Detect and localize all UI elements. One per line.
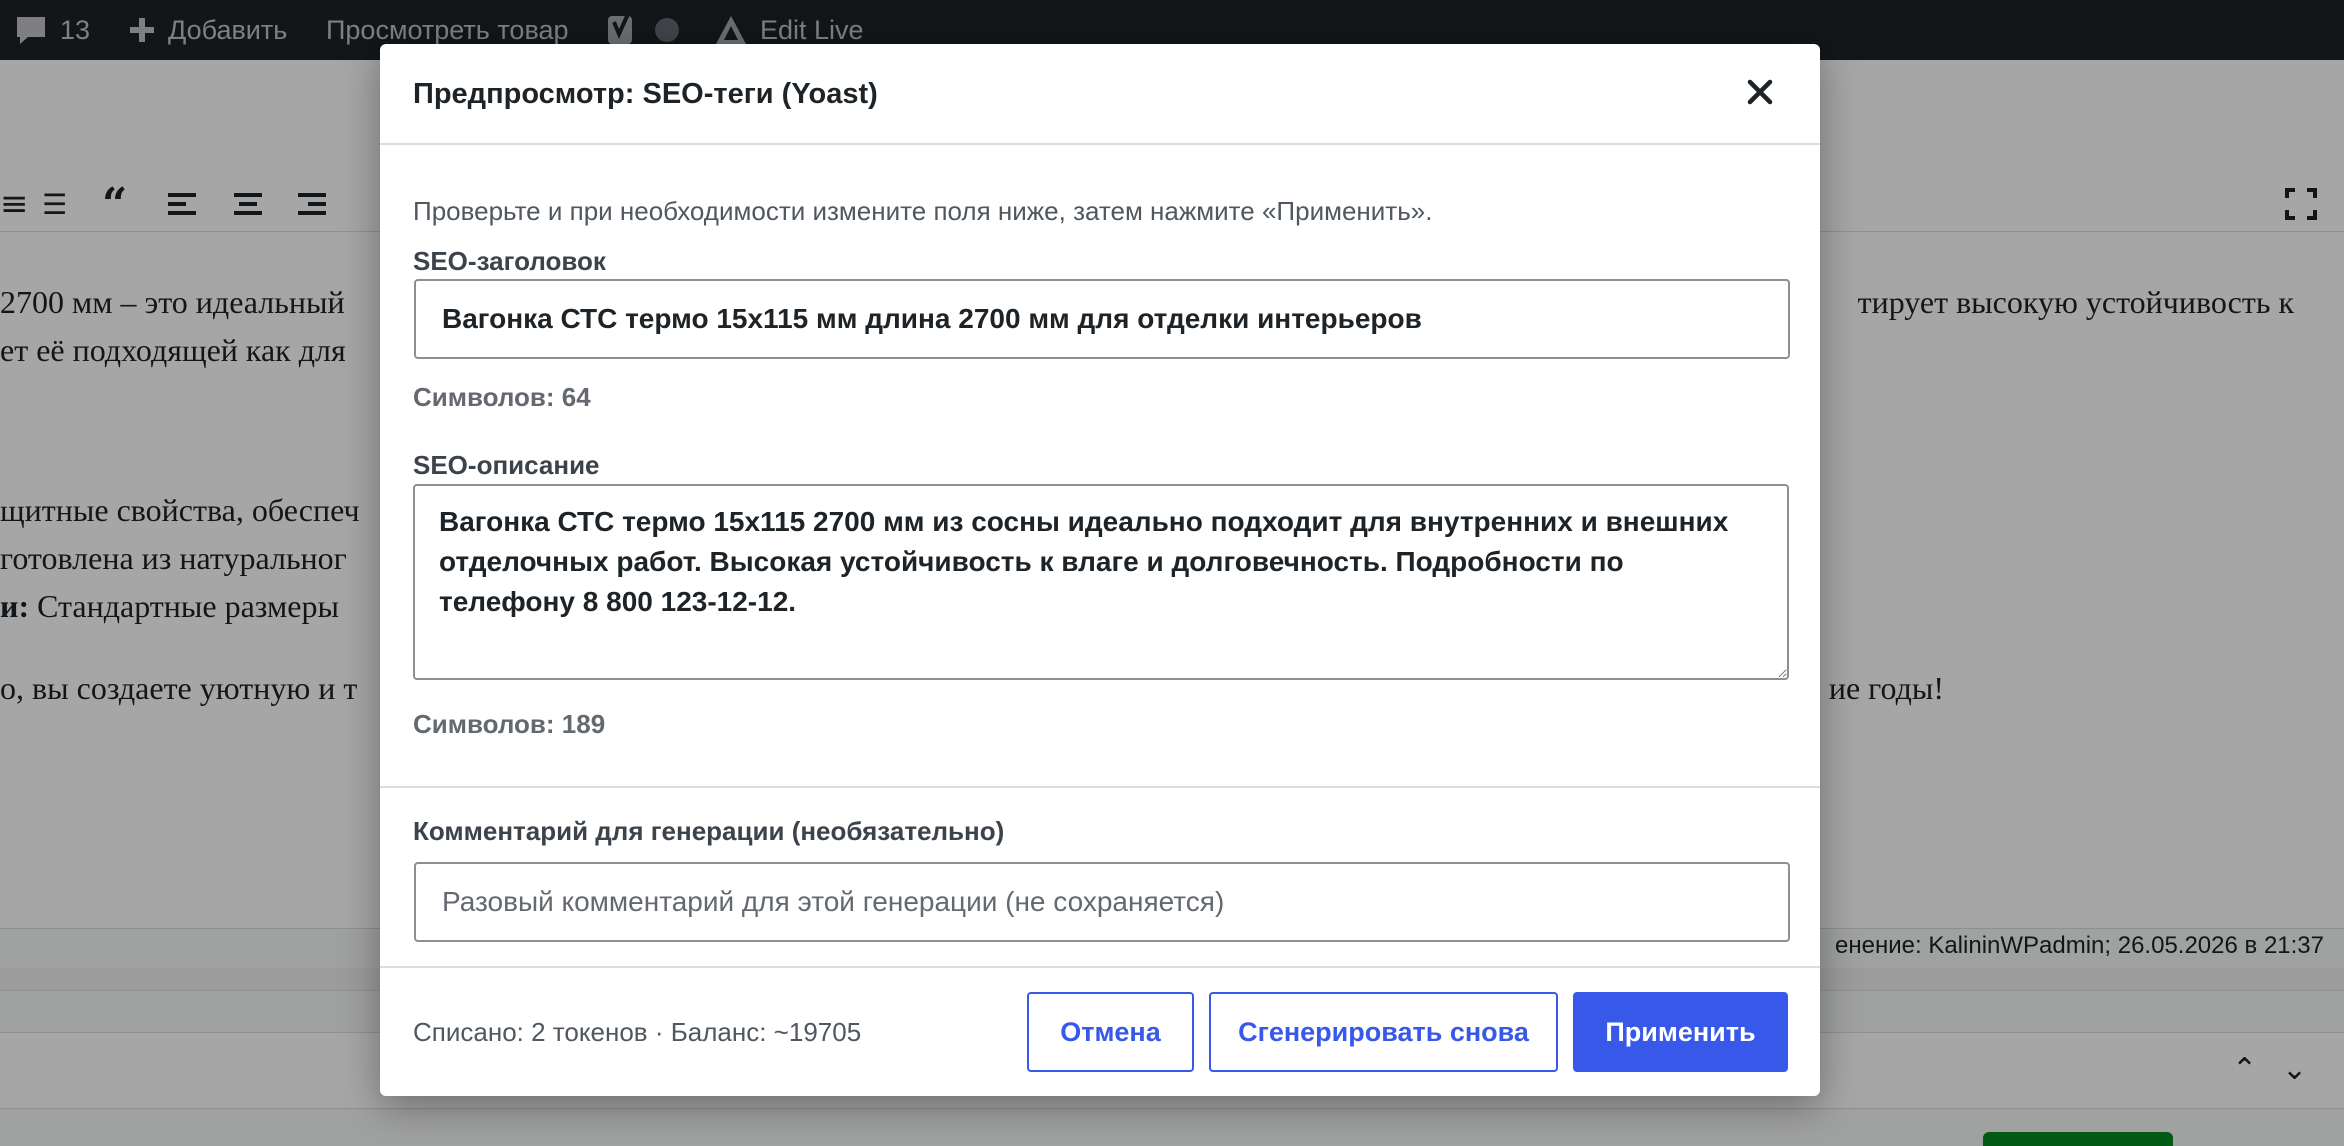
modal-header: Предпросмотр: SEO-теги (Yoast) [380,44,1820,145]
close-icon [1746,78,1774,111]
modal-title: Предпросмотр: SEO-теги (Yoast) [413,78,878,110]
seo-description-textarea[interactable]: Вагонка СТС термо 15х115 2700 мм из сосн… [413,484,1789,680]
section-divider [380,786,1820,788]
comment-label: Комментарий для генерации (необязательно… [413,816,1005,846]
seo-preview-modal: Предпросмотр: SEO-теги (Yoast) Проверьте… [380,44,1820,1096]
modal-intro: Проверьте и при необходимости измените п… [413,196,1433,226]
seo-title-input[interactable] [414,279,1790,359]
token-balance: Списано: 2 токенов · Баланс: ~19705 [413,1017,862,1047]
apply-button[interactable]: Применить [1573,992,1788,1072]
cancel-button[interactable]: Отмена [1027,992,1194,1072]
seo-title-counter: Символов: 64 [413,382,591,412]
close-button[interactable] [1740,74,1780,114]
regenerate-button[interactable]: Сгенерировать снова [1209,992,1558,1072]
seo-description-label: SEO-описание [413,450,600,480]
comment-input[interactable] [414,862,1790,942]
seo-description-counter: Символов: 189 [413,709,606,739]
seo-title-label: SEO-заголовок [413,246,606,276]
footer-divider [380,966,1820,968]
